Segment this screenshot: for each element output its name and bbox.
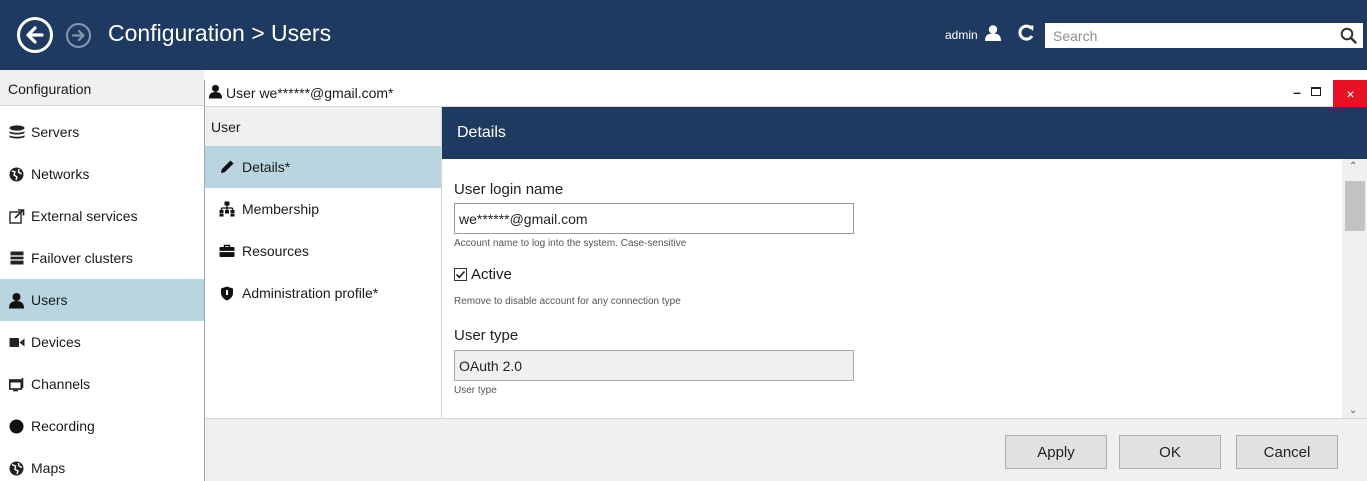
details-scrollbar[interactable]: ⌃ ⌄: [1342, 159, 1367, 418]
pencil-icon: [219, 159, 235, 175]
nav-item-label: Details*: [242, 159, 291, 175]
sidebar-item-failover-clusters[interactable]: Failover clusters: [0, 237, 204, 279]
back-button[interactable]: [17, 17, 53, 53]
apply-button[interactable]: Apply: [1005, 435, 1107, 469]
sidebar-item-servers[interactable]: Servers: [0, 111, 204, 153]
dialog-nav-header: User: [205, 107, 441, 146]
sidebar-item-devices[interactable]: Devices: [0, 321, 204, 363]
sidebar-item-label: Devices: [31, 334, 81, 350]
user-icon: [208, 84, 223, 102]
login-name-hint: Account name to log into the system. Cas…: [454, 238, 687, 249]
nav-item-administration-profile[interactable]: Administration profile*: [205, 272, 441, 314]
nav-item-label: Membership: [242, 201, 320, 217]
sidebar-item-label: Channels: [31, 376, 91, 392]
config-sidebar: Configuration Servers Networks External …: [0, 70, 204, 481]
user-type-label: User type: [454, 327, 519, 344]
map-icon: [8, 460, 25, 477]
user-type-hint: User type: [454, 385, 497, 396]
camera-icon: [8, 334, 25, 351]
checkbox-box[interactable]: [454, 268, 467, 281]
user-type-field: OAuth 2.0: [454, 350, 854, 381]
arrow-left-icon: [26, 26, 44, 44]
user-icon: [8, 292, 25, 309]
sidebar-item-label: Servers: [31, 124, 80, 140]
dialog-footer: Apply OK Cancel: [205, 418, 1367, 481]
search-icon[interactable]: [1340, 27, 1357, 49]
nav-item-label: Resources: [242, 243, 309, 259]
arrow-right-icon: [71, 29, 85, 42]
nav-item-label: Administration profile*: [242, 285, 379, 301]
details-form: User login name we******@gmail.com Accou…: [442, 159, 1367, 418]
scroll-down-icon[interactable]: ⌄: [1349, 405, 1357, 416]
sidebar-header: Configuration: [0, 70, 204, 106]
search-box[interactable]: [1045, 23, 1363, 48]
user-icon[interactable]: [984, 24, 1002, 47]
details-header: Details: [442, 107, 1367, 159]
sidebar-item-label: External services: [31, 208, 138, 224]
refresh-icon[interactable]: [1017, 23, 1035, 48]
sidebar-item-channels[interactable]: Channels: [0, 363, 204, 405]
active-label: Active: [471, 266, 512, 283]
maximize-button[interactable]: [1311, 87, 1321, 96]
close-button[interactable]: ×: [1333, 80, 1367, 107]
forward-button[interactable]: [66, 23, 91, 48]
checkmark-icon: [455, 270, 466, 279]
external-services-icon: [8, 208, 25, 225]
sidebar-item-users[interactable]: Users: [0, 279, 204, 321]
login-name-input[interactable]: we******@gmail.com: [454, 203, 854, 234]
hierarchy-icon: [219, 201, 235, 217]
sidebar-item-label: Users: [31, 292, 68, 308]
shield-icon: [219, 285, 235, 301]
user-dialog: User we******@gmail.com* – × User Detail…: [204, 80, 1367, 481]
scroll-up-icon[interactable]: ⌃: [1349, 161, 1357, 172]
dialog-title: User we******@gmail.com*: [226, 85, 394, 101]
nav-item-resources[interactable]: Resources: [205, 230, 441, 272]
failover-clusters-icon: [8, 250, 25, 267]
search-input[interactable]: [1045, 23, 1363, 48]
login-name-label: User login name: [454, 181, 564, 198]
dialog-nav: User Details* Membership Resources Admin…: [205, 107, 442, 418]
sidebar-item-label: Failover clusters: [31, 250, 133, 266]
scrollbar-thumb[interactable]: [1345, 181, 1365, 231]
sidebar-item-recording[interactable]: Recording: [0, 405, 204, 447]
nav-item-membership[interactable]: Membership: [205, 188, 441, 230]
current-user-label[interactable]: admin: [945, 28, 978, 42]
briefcase-icon: [219, 243, 235, 259]
cancel-button[interactable]: Cancel: [1236, 435, 1338, 469]
sidebar-item-maps[interactable]: Maps: [0, 447, 204, 481]
page-title: Configuration > Users: [108, 20, 332, 46]
active-hint: Remove to disable account for any connec…: [454, 296, 681, 307]
networks-icon: [8, 166, 25, 183]
nav-item-details[interactable]: Details*: [205, 146, 441, 188]
sidebar-item-networks[interactable]: Networks: [0, 153, 204, 195]
top-bar: Configuration > Users admin: [0, 0, 1367, 70]
ok-button[interactable]: OK: [1119, 435, 1221, 469]
servers-icon: [8, 124, 25, 141]
record-icon: [8, 418, 25, 435]
channels-icon: [8, 376, 25, 393]
sidebar-item-label: Maps: [31, 460, 66, 476]
close-icon: ×: [1346, 85, 1355, 102]
active-checkbox[interactable]: Active: [454, 266, 512, 283]
sidebar-item-external-services[interactable]: External services: [0, 195, 204, 237]
dialog-titlebar[interactable]: User we******@gmail.com*: [205, 80, 1367, 107]
minimize-button[interactable]: –: [1287, 84, 1307, 100]
sidebar-item-label: Recording: [31, 418, 95, 434]
sidebar-item-label: Networks: [31, 166, 90, 182]
